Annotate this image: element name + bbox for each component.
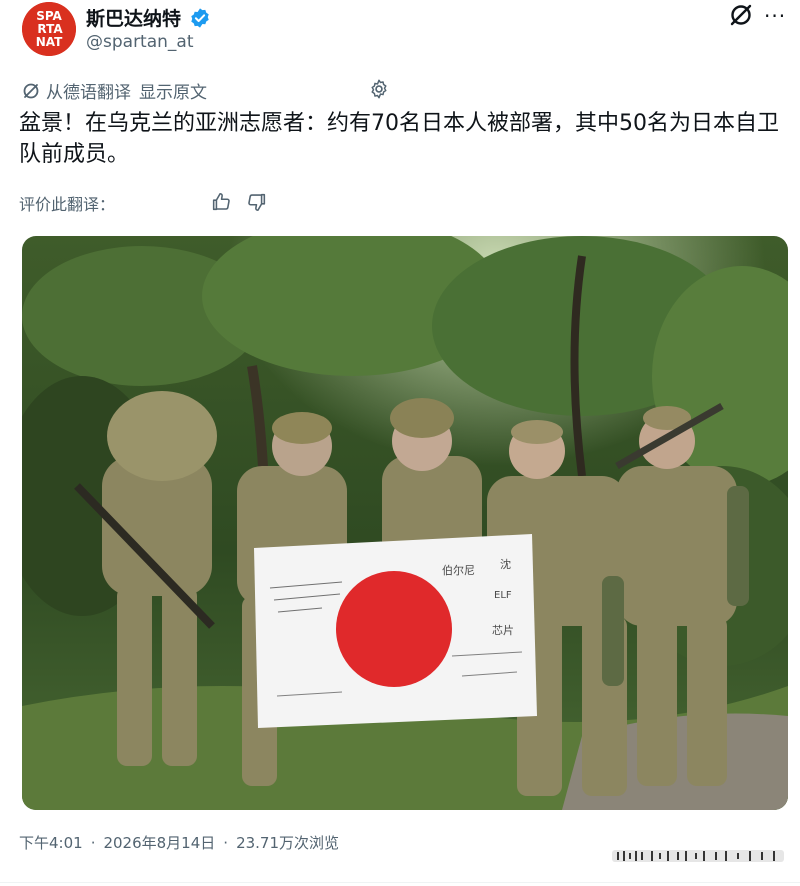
flag-signature-3: ELF bbox=[494, 590, 512, 601]
meta-separator-2: · bbox=[223, 833, 229, 852]
spartanat-logo-icon: SPA RTA NAT bbox=[22, 2, 76, 56]
gear-icon[interactable] bbox=[368, 78, 390, 100]
handle[interactable]: @spartan_at bbox=[86, 32, 194, 52]
translation-row: 从德语翻译 显示原文 bbox=[22, 78, 207, 103]
verified-badge-icon bbox=[191, 7, 209, 28]
tweet-date[interactable]: 2026年8月14日 bbox=[103, 832, 215, 853]
avatar-text-2: RTA bbox=[37, 22, 63, 36]
avatar[interactable]: SPA RTA NAT bbox=[22, 2, 76, 56]
photo-canvas: 伯尔尼 沈 ELF 芯片 bbox=[22, 236, 788, 810]
rate-translation-row: 评价此翻译： bbox=[19, 191, 115, 215]
show-original-link[interactable]: 显示原文 bbox=[139, 78, 207, 103]
tweet-photo[interactable]: 伯尔尼 沈 ELF 芯片 bbox=[22, 236, 788, 810]
thumbs-up-icon[interactable] bbox=[210, 191, 232, 213]
blurred-watermark bbox=[612, 850, 784, 862]
avatar-text-1: SPA bbox=[36, 9, 62, 23]
more-icon[interactable]: ··· bbox=[764, 4, 790, 28]
meta-separator: · bbox=[90, 833, 96, 852]
divider bbox=[0, 882, 800, 883]
japanese-flag: 伯尔尼 沈 ELF 芯片 bbox=[254, 534, 537, 728]
avatar-text-3: NAT bbox=[36, 35, 63, 49]
translate-icon bbox=[23, 83, 39, 98]
tweet-header: SPA RTA NAT 斯巴达纳特 @spartan_at ··· bbox=[0, 0, 800, 66]
translated-from-label: 从德语翻译 bbox=[46, 83, 131, 103]
thumbs-down-icon[interactable] bbox=[246, 191, 268, 213]
tweet-text: 盆景！在乌克兰的亚洲志愿者：约有70名日本人被部署，其中50名为日本自卫队前成员… bbox=[19, 111, 779, 167]
display-name[interactable]: 斯巴达纳特 bbox=[86, 4, 181, 31]
rate-translation-label: 评价此翻译： bbox=[19, 195, 116, 214]
view-count: 23.71万次浏览 bbox=[236, 834, 340, 852]
name-row: 斯巴达纳特 bbox=[86, 4, 211, 31]
grok-icon[interactable] bbox=[728, 2, 754, 28]
flag-signature-4: 芯片 bbox=[492, 623, 514, 637]
tweet-meta: 下午4:01 · 2026年8月14日 · 23.71万次浏览 bbox=[19, 832, 339, 853]
flag-signature-1: 伯尔尼 bbox=[442, 563, 475, 577]
flag-signature-2: 沈 bbox=[500, 557, 511, 571]
tweet-time[interactable]: 下午4:01 bbox=[19, 832, 83, 853]
